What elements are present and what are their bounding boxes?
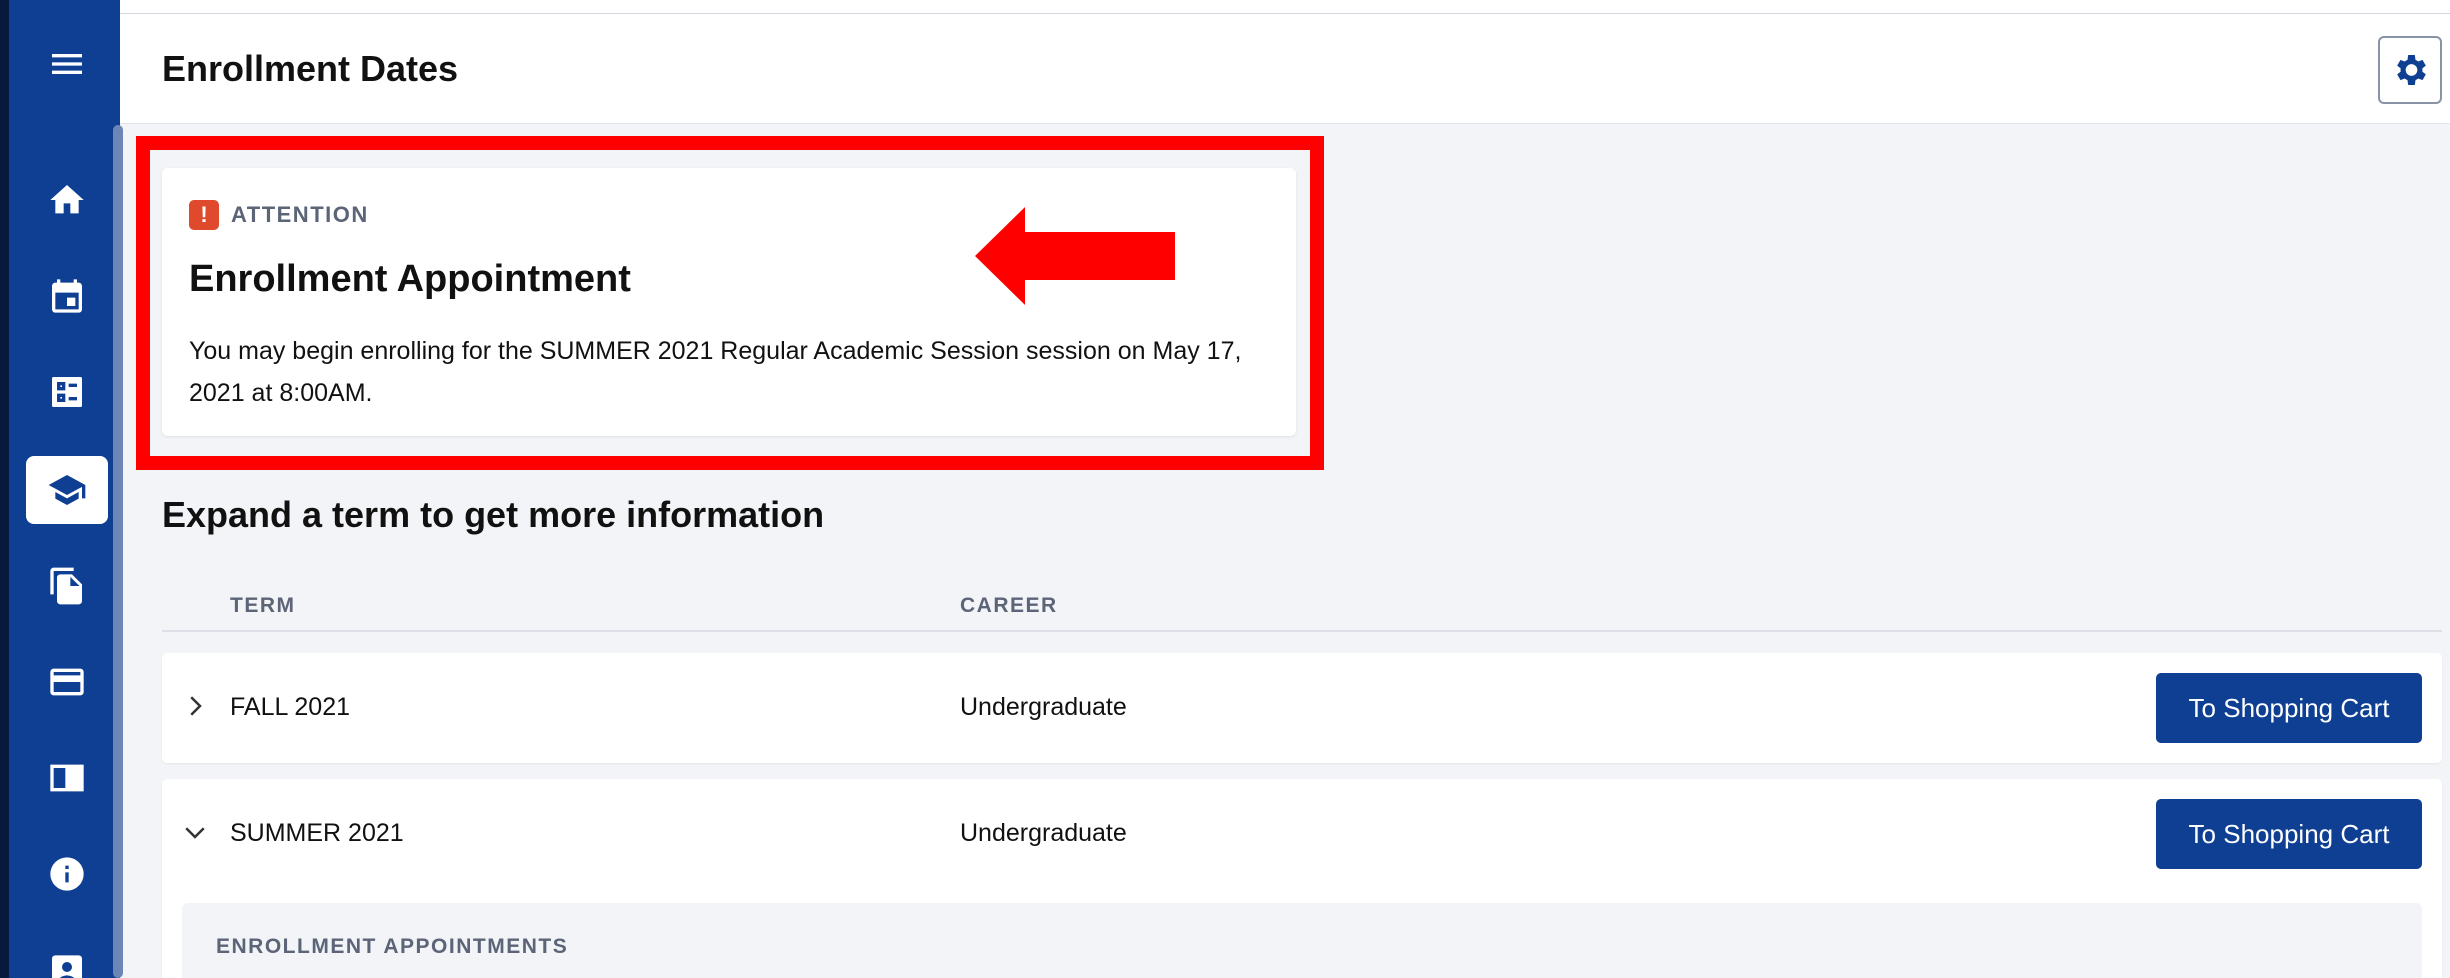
sidebar-item-dashboard[interactable] (26, 358, 108, 426)
term-career: Undergraduate (960, 819, 1127, 847)
menu-button[interactable] (26, 30, 108, 98)
enrollment-appointments-label: ENROLLMENT APPOINTMENTS (216, 935, 569, 958)
settings-button[interactable] (2378, 36, 2442, 104)
section-title: Expand a term to get more information (162, 494, 825, 535)
header-divider (162, 630, 2442, 632)
shopping-cart-button[interactable]: To Shopping Cart (2156, 673, 2422, 743)
enrollment-appointments-panel: ENROLLMENT APPOINTMENTS (182, 903, 2422, 978)
profile-icon (52, 955, 82, 978)
home-icon (50, 185, 84, 214)
sidebar-item-payments[interactable] (26, 648, 108, 716)
documents-icon (50, 567, 82, 605)
chevron-right-icon[interactable] (180, 691, 210, 721)
sidebar (0, 0, 123, 978)
gear-icon (2397, 55, 2426, 85)
term-career: Undergraduate (960, 693, 1127, 721)
term-row[interactable]: FALL 2021 Undergraduate To Shopping Cart (162, 653, 2442, 763)
catalog-icon (50, 764, 84, 792)
sidebar-item-academics[interactable] (26, 456, 108, 524)
sidebar-scrollbar[interactable] (113, 125, 123, 978)
term-name: FALL 2021 (230, 693, 351, 721)
calendar-icon (52, 279, 82, 313)
checklist-icon (52, 377, 82, 407)
column-header-career: CAREER (960, 594, 1058, 617)
column-header-term: TERM (230, 594, 296, 617)
credit-card-icon (50, 668, 84, 696)
sidebar-item-documents[interactable] (26, 552, 108, 620)
sidebar-item-home[interactable] (26, 166, 108, 234)
sidebar-item-calendar[interactable] (26, 262, 108, 330)
sidebar-item-profile[interactable] (26, 938, 108, 978)
sidebar-item-info[interactable] (26, 840, 108, 908)
shopping-cart-button[interactable]: To Shopping Cart (2156, 799, 2422, 869)
info-icon (50, 857, 84, 891)
chevron-down-icon[interactable] (180, 817, 210, 847)
term-name: SUMMER 2021 (230, 819, 404, 847)
arrow-annotation-icon (975, 207, 1175, 305)
page-header: Enrollment Dates (120, 14, 2450, 124)
hamburger-icon (52, 54, 82, 74)
page-title: Enrollment Dates (162, 48, 459, 89)
term-row[interactable]: SUMMER 2021 Undergraduate To Shopping Ca… (162, 779, 2442, 978)
top-divider (120, 0, 2450, 14)
graduation-cap-icon (48, 475, 86, 505)
sidebar-item-catalog[interactable] (26, 744, 108, 812)
